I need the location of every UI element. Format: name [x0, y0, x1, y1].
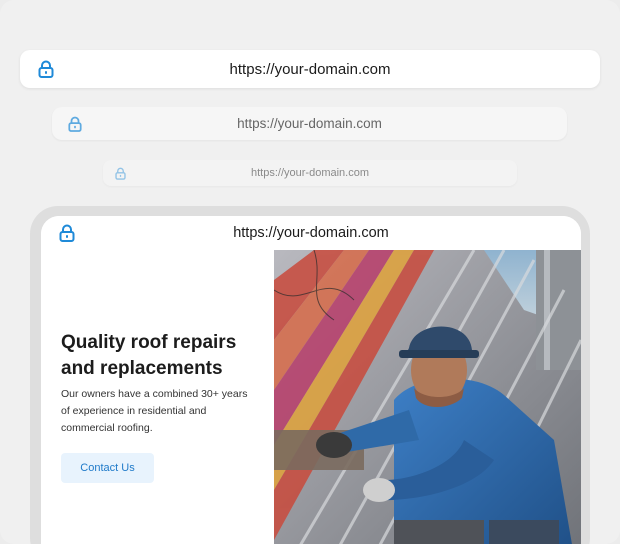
- address-url: https://your-domain.com: [229, 60, 391, 78]
- description-line: commercial roofing.: [61, 422, 153, 434]
- description-line: of experience in residential and: [61, 405, 207, 417]
- lock-icon: [59, 224, 75, 242]
- address-url: https://your-domain.com: [251, 167, 369, 179]
- description-line: Our owners have a combined 30+ years: [61, 388, 248, 400]
- address-url: https://your-domain.com: [237, 116, 382, 131]
- roofer-photo: [274, 250, 581, 544]
- headline-line: and replacements: [61, 358, 223, 379]
- contact-us-button[interactable]: Contact Us: [61, 453, 154, 483]
- showcase-canvas: https://your-domain.com https://your-dom…: [0, 0, 620, 544]
- address-bar-medium[interactable]: https://your-domain.com: [52, 107, 567, 140]
- tablet-address-bar[interactable]: https://your-domain.com: [41, 216, 581, 250]
- hero-text-panel: Quality roof repairs and replacements Ou…: [41, 250, 274, 544]
- headline-line: Quality roof repairs: [61, 332, 237, 353]
- address-url: https://your-domain.com: [233, 225, 389, 241]
- lock-icon: [38, 60, 54, 78]
- lock-icon: [115, 167, 126, 180]
- tablet-screen: https://your-domain.com Quality roof rep…: [41, 216, 581, 544]
- address-bar-large[interactable]: https://your-domain.com: [20, 50, 600, 88]
- hero-description: Our owners have a combined 30+ years of …: [61, 386, 266, 437]
- lock-icon: [68, 116, 82, 132]
- address-bar-small[interactable]: https://your-domain.com: [103, 160, 517, 186]
- hero-headline: Quality roof repairs and replacements: [61, 330, 271, 382]
